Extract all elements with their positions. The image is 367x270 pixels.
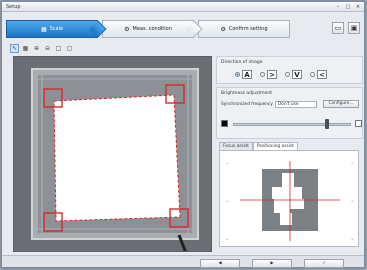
preview-marker: • <box>351 237 353 242</box>
step-tabs: ▦ Scale ⚙ Meas. condition ⚙ Confirm sett… <box>6 20 363 38</box>
zoom-out-icon[interactable]: ⊖ <box>43 44 52 53</box>
preview-marker: • <box>226 237 228 242</box>
direction-group: Direction of image A > V < <box>216 56 363 84</box>
radio-selected-icon <box>235 72 240 77</box>
grid-icon[interactable]: ▦ <box>21 44 30 53</box>
back-button[interactable]: ◀ <box>200 259 240 268</box>
direction-glyph: V <box>292 70 302 79</box>
brightness-slider[interactable] <box>233 123 351 126</box>
preview-marker: • <box>226 161 228 166</box>
tab-confirm-setting[interactable]: ⚙ Confirm setting <box>198 20 290 38</box>
folder-icon[interactable]: ▭ <box>332 22 344 34</box>
direction-glyph: > <box>267 70 277 79</box>
light-swatch <box>355 120 362 127</box>
radio-icon <box>310 72 315 77</box>
minimize-icon[interactable]: – <box>334 4 342 10</box>
camera-image[interactable] <box>13 56 212 252</box>
brightness-group: Brightness adjustment Synchronized frequ… <box>216 87 363 139</box>
positioning-view: • • • • • • <box>226 161 353 242</box>
setup-window: Setup – □ × ▦ Scale ⚙ Meas. condition ⚙ … <box>1 1 365 268</box>
direction-glyph: < <box>317 70 327 79</box>
configure-button[interactable]: Configure... <box>323 100 359 108</box>
tab-confirm-setting-label: Confirm setting <box>228 26 268 32</box>
tab-positioning-assist[interactable]: Positioning assist <box>252 142 298 150</box>
fit-all-icon[interactable]: ▢ <box>65 44 74 53</box>
brightness-title: Brightness adjustment <box>221 91 272 96</box>
direction-glyph: A <box>242 70 252 79</box>
preview-marker: • <box>351 161 353 166</box>
tab-focus-assist[interactable]: Focus assist <box>219 142 253 150</box>
fit-icon[interactable]: □ <box>54 44 63 53</box>
direction-options: A > V < <box>235 70 327 79</box>
footer-bar: ◀ ▶ ✓ <box>2 255 364 268</box>
brightness-slider-thumb[interactable] <box>325 119 330 129</box>
header-buttons: ▭ ▣ <box>332 22 360 34</box>
radio-icon <box>285 72 290 77</box>
preview-marker: • <box>226 199 228 204</box>
next-button[interactable]: ▶ <box>252 259 292 268</box>
maximize-icon[interactable]: □ <box>344 4 352 10</box>
grid-icon: ▦ <box>40 25 47 33</box>
radio-icon <box>260 72 265 77</box>
pointer-icon[interactable]: ↖ <box>10 44 19 53</box>
save-icon[interactable]: ▣ <box>348 22 360 34</box>
settings-icon: ⚙ <box>124 25 130 33</box>
tab-meas-condition[interactable]: ⚙ Meas. condition <box>102 20 203 38</box>
direction-option[interactable]: < <box>310 70 327 79</box>
sync-frequency-select[interactable]: Don't use <box>275 101 317 108</box>
title-bar: Setup – □ × <box>2 2 364 12</box>
zoom-in-icon[interactable]: ⊕ <box>32 44 41 53</box>
close-icon[interactable]: × <box>354 4 362 10</box>
direction-option[interactable]: V <box>285 70 302 79</box>
finish-button[interactable]: ✓ <box>304 259 344 268</box>
dark-swatch <box>221 120 228 127</box>
positioning-preview: • • • • • • <box>219 150 359 247</box>
settings-panel: Direction of image A > V < Brightness ad… <box>216 56 363 252</box>
tab-scale-label: Scale <box>49 26 64 32</box>
window-title: Setup <box>6 4 21 10</box>
tab-scale[interactable]: ▦ Scale <box>6 20 107 38</box>
sync-frequency-label: Synchronized frequency <box>221 102 273 107</box>
preview-marker: • <box>351 199 353 204</box>
direction-option[interactable]: A <box>235 70 252 79</box>
direction-title: Direction of image <box>221 60 263 65</box>
direction-option[interactable]: > <box>260 70 277 79</box>
settings-icon: ⚙ <box>220 25 226 33</box>
tab-meas-condition-label: Meas. condition <box>132 26 172 32</box>
preview-tabs: Focus assist Positioning assist <box>219 142 298 150</box>
image-toolbar: ↖ ▦ ⊕ ⊖ □ ▢ <box>10 44 74 54</box>
calibration-view <box>14 57 211 251</box>
